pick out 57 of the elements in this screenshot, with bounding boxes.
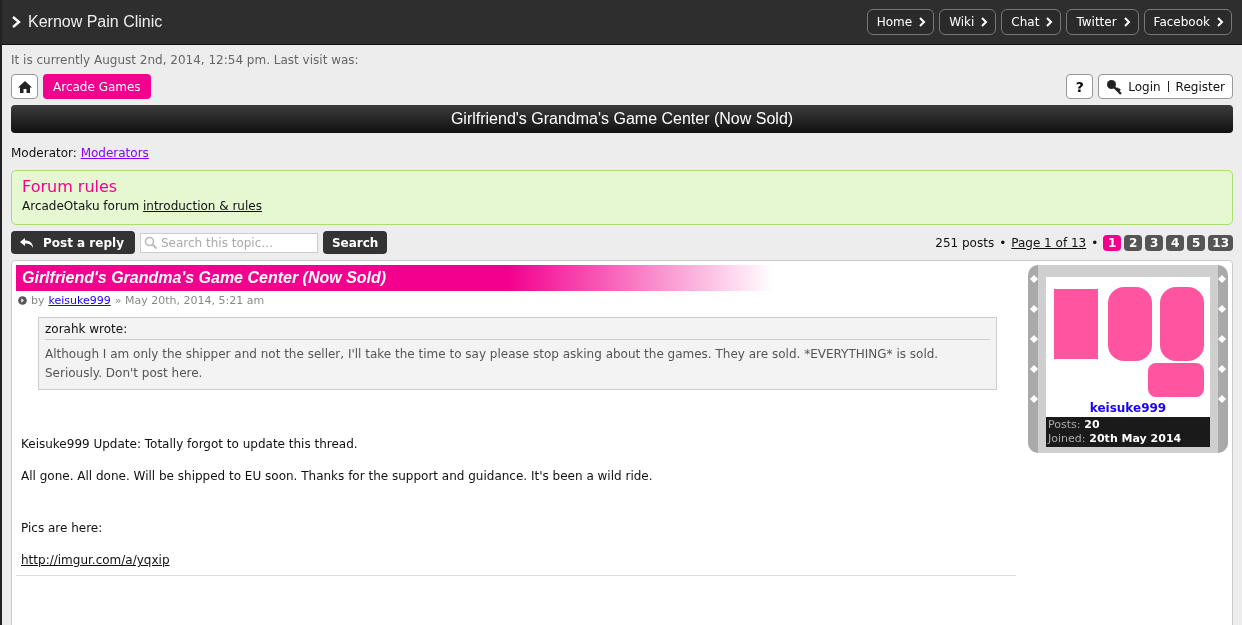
post-date: » May 20th, 2014, 5:21 am — [114, 294, 265, 307]
page-number[interactable]: 4 — [1166, 234, 1185, 251]
page-number[interactable]: 1 — [1103, 234, 1122, 251]
nav-link[interactable]: Wiki — [939, 9, 997, 35]
post-icon — [18, 296, 27, 305]
rules-link[interactable]: introduction & rules — [142, 199, 262, 213]
page-number[interactable]: 2 — [1124, 234, 1143, 251]
site-title[interactable]: Kernow Pain Clinic — [28, 13, 163, 31]
profile-username[interactable]: keisuke999 — [1028, 401, 1228, 415]
breadcrumb-link[interactable]: Arcade Games — [43, 74, 151, 99]
chevron-icon — [919, 17, 927, 27]
nav-link[interactable]: Chat — [1001, 9, 1062, 35]
nav-link[interactable]: Home — [866, 9, 935, 35]
quote-text: Although I am only the shipper and not the seller, I'll take the time to say please stop asking about the games. They are sold. *EVERYTHING* is sold. Seriously. Don't post here. — [45, 346, 940, 382]
chevron-icon — [981, 17, 989, 27]
post-paragraph: All gone. All done. Will be shipped to EU soon. Thanks for the support and guidance. It's been a wild ride. — [21, 469, 654, 483]
home-icon — [16, 79, 33, 94]
page-link[interactable]: Page 1 of 13 — [1011, 235, 1087, 250]
search-button[interactable]: Search — [322, 231, 388, 254]
login-link[interactable]: Login — [1128, 79, 1161, 94]
author-link[interactable]: keisuke999 — [48, 294, 111, 307]
home-button[interactable] — [11, 74, 38, 99]
posts-value: 20 — [1084, 418, 1100, 431]
register-link[interactable]: Register — [1175, 79, 1225, 94]
separator-dot: • — [1091, 235, 1099, 250]
nav-link[interactable]: Facebook — [1143, 9, 1232, 35]
by-label: by — [31, 294, 45, 307]
separator-dot: • — [999, 235, 1007, 250]
post-reply-button[interactable]: Post a reply — [11, 231, 135, 254]
posts-label: Posts: — [1048, 418, 1081, 431]
moderators-link[interactable]: Moderators — [80, 146, 149, 160]
help-button[interactable]: ? — [1066, 74, 1094, 99]
chevron-icon — [1217, 17, 1224, 27]
post-link[interactable]: http://imgur.com/a/yqxip — [21, 553, 170, 567]
key-icon — [1106, 78, 1124, 95]
post-title: Girlfriend's Grandma's Game Center (Now Sold) — [16, 265, 773, 291]
chevron-icon — [1046, 17, 1054, 27]
post-count: 251 posts — [935, 235, 995, 250]
reply-arrow-icon — [19, 236, 35, 249]
chevron-icon — [12, 16, 21, 28]
page-number[interactable]: 5 — [1187, 234, 1206, 251]
search-field[interactable]: Search this topic… — [139, 232, 318, 253]
search-icon — [143, 235, 158, 250]
post-paragraph: Pics are here: — [21, 521, 104, 535]
joined-label: Joined: — [1048, 432, 1086, 445]
rules-text: ArcadeOtaku forum — [22, 199, 140, 213]
chevron-icon — [1123, 17, 1131, 27]
page-number[interactable]: 13 — [1208, 234, 1233, 251]
moderator-label: Moderator: — [11, 146, 77, 160]
joined-value: 20th May 2014 — [1089, 432, 1182, 445]
nav-link[interactable]: Twitter — [1066, 9, 1139, 35]
topic-title: Girlfriend's Grandma's Game Center (Now Sold) — [11, 105, 1233, 133]
page-number[interactable]: 3 — [1145, 234, 1164, 251]
post-paragraph: Keisuke999 Update: Totally forgot to update this thread. — [21, 437, 359, 451]
quote-author: zorahk wrote: — [45, 322, 990, 340]
rules-title: Forum rules — [22, 177, 119, 196]
current-time: It is currently August 2nd, 2014, 12:54 pm. Last visit was: — [11, 53, 360, 67]
